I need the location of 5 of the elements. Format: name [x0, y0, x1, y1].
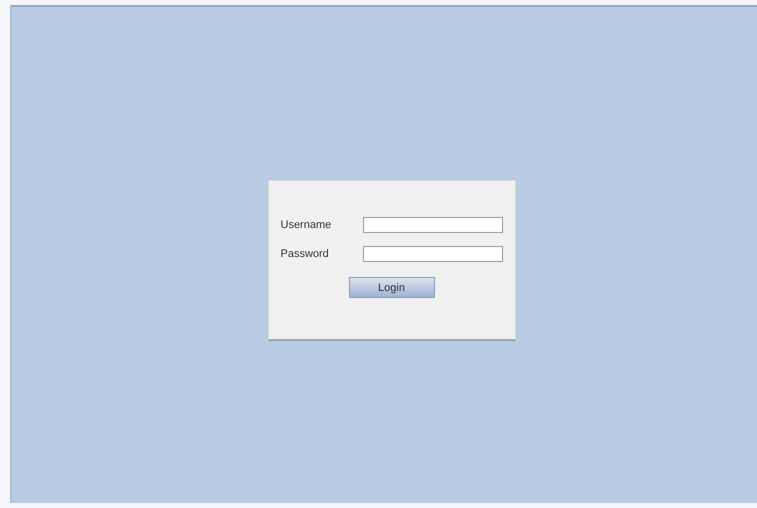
input-field[interactable] — [362, 217, 502, 233]
input-field[interactable] — [362, 246, 502, 262]
field-label: Username — [280, 219, 332, 231]
field-label: Password — [280, 248, 330, 260]
login-button[interactable]: Login — [348, 277, 434, 298]
